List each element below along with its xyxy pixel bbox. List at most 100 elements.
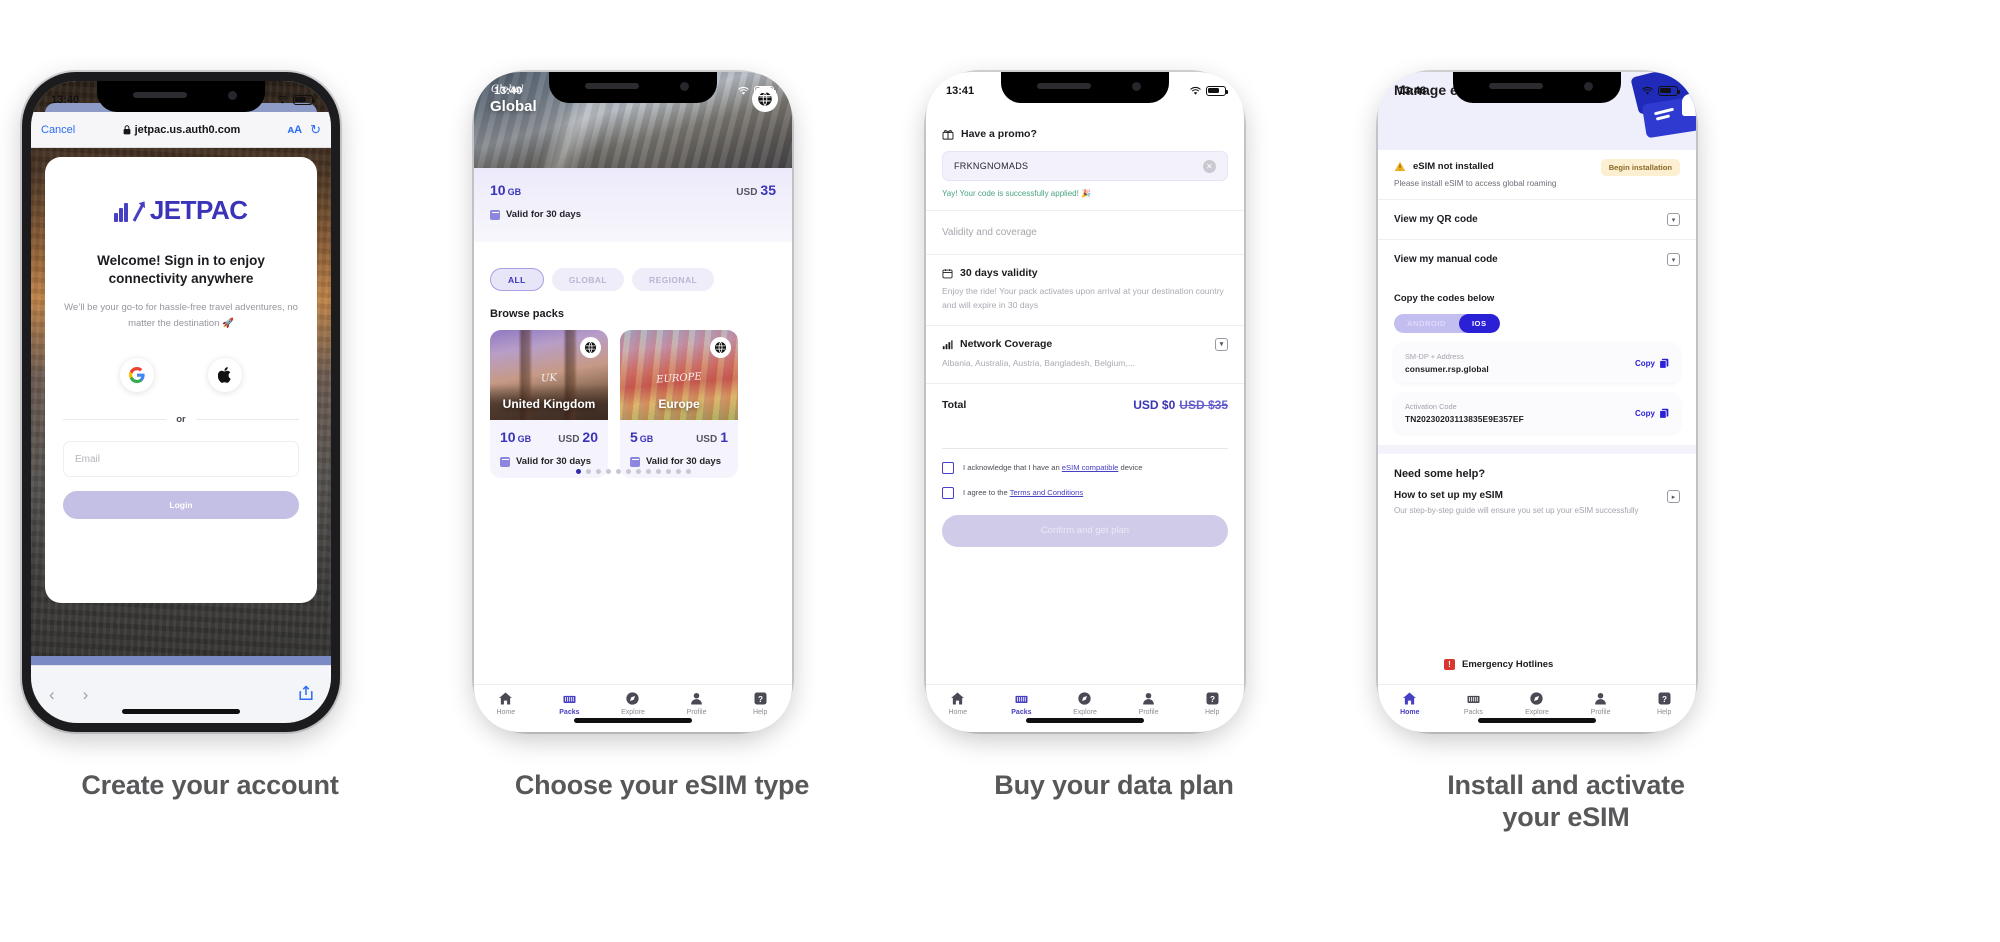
back-icon[interactable]: ‹ — [49, 685, 55, 705]
confirm-and-get-plan-button[interactable]: Confirm and get plan — [942, 514, 1228, 547]
validity-text: Enjoy the ride! Your pack activates upon… — [942, 286, 1224, 310]
tab-home[interactable]: Home — [926, 685, 990, 721]
tab-packs[interactable]: Packs — [990, 685, 1054, 721]
tab-home[interactable]: Home — [474, 685, 538, 721]
chevron-down-icon[interactable]: ▾ — [1667, 213, 1680, 226]
carousel-dot[interactable] — [585, 469, 591, 474]
coverage-section[interactable]: Network Coverage ▾ Albania, Australia, A… — [926, 326, 1244, 384]
auth-subheading: We’ll be your go-to for hassle-free trav… — [64, 302, 298, 330]
pack-card-validity-row: Valid for 30 days — [630, 456, 728, 467]
phone-screen-3: 13:41 Have a promo? FRKNGNOMADS ✕ Yay! Y… — [926, 72, 1244, 732]
wifi-icon — [277, 95, 288, 104]
apple-signin-button[interactable] — [208, 358, 242, 393]
jetpac-logo: JETPAC — [63, 195, 299, 226]
text-size-button[interactable]: ᴀA — [288, 124, 302, 136]
login-button[interactable]: Login — [63, 491, 299, 520]
terms-checkbox[interactable] — [942, 486, 954, 499]
step-caption-2: Choose your eSIM type — [514, 770, 810, 800]
carousel-dots[interactable] — [474, 469, 792, 474]
esim-compatible-link[interactable]: eSIM compatible — [1062, 463, 1119, 472]
tab-label: Help — [752, 708, 768, 716]
or-divider: or — [63, 414, 299, 425]
tab-profile[interactable]: Profile — [665, 685, 729, 721]
carousel-dot[interactable] — [595, 469, 601, 474]
home-icon — [951, 692, 965, 704]
device-notch — [1453, 72, 1621, 103]
apple-icon — [218, 367, 231, 384]
tab-packs[interactable]: Packs — [538, 685, 602, 721]
step-caption-1: Create your account — [81, 770, 339, 800]
carousel-dot[interactable] — [605, 469, 611, 474]
carousel-dot[interactable] — [615, 469, 621, 474]
esim-compatible-checkbox[interactable] — [942, 461, 954, 474]
divider-line-right — [195, 419, 299, 421]
tab-explore[interactable]: Explore — [601, 685, 665, 721]
check1-post: device — [1118, 463, 1143, 473]
carousel-dot[interactable] — [685, 469, 691, 474]
forward-icon[interactable]: › — [83, 685, 89, 705]
tab-explore[interactable]: Explore — [1053, 685, 1117, 721]
tab-home[interactable]: Home — [1378, 685, 1442, 721]
reload-icon[interactable]: ↻ — [310, 122, 321, 138]
promo-code-input[interactable]: FRKNGNOMADS ✕ — [942, 151, 1228, 181]
chevron-down-icon[interactable]: ▾ — [1667, 253, 1680, 266]
activation-code-card: Activation Code TN20230203113835E9E357EF… — [1394, 393, 1680, 433]
chevron-right-icon[interactable]: ▸ — [1667, 490, 1680, 503]
google-signin-button[interactable] — [120, 358, 154, 393]
copy-sm-dp-button[interactable]: Copy — [1635, 358, 1669, 369]
activation-code-value: TN20230203113835E9E357EF — [1405, 414, 1524, 424]
tab-explore[interactable]: Explore — [1505, 685, 1569, 721]
tab-profile[interactable]: Profile — [1569, 685, 1633, 721]
pack-card-uk[interactable]: UK United Kingdom 10 GB USD 20 Valid for… — [490, 330, 608, 478]
begin-installation-button[interactable]: Begin installation — [1600, 159, 1680, 176]
terms-checkbox-row[interactable]: I agree to the Terms and Conditions — [926, 486, 1244, 499]
emergency-hotlines-row[interactable]: ! Emergency Hotlines — [1444, 659, 1553, 670]
pack-card-europe[interactable]: EUROPE Europe 5 GB USD 1 Valid for 30 da… — [620, 330, 738, 478]
front-camera — [680, 82, 689, 91]
tab-packs[interactable]: Packs — [1442, 685, 1506, 721]
terms-link[interactable]: Terms and Conditions — [1010, 488, 1083, 497]
carousel-dot[interactable] — [635, 469, 641, 474]
address-bar[interactable]: jetpac.us.auth0.com — [75, 124, 287, 136]
check1-pre: I acknowledge that I have an — [963, 463, 1062, 473]
total-now: USD $0 — [1133, 397, 1176, 412]
copy-activation-code-button[interactable]: Copy — [1635, 408, 1669, 419]
filter-chip-all[interactable]: ALL — [490, 268, 544, 291]
esim-status-title: eSIM not installed — [1413, 161, 1494, 172]
segment-android[interactable]: ANDROID — [1394, 314, 1459, 333]
filter-chip-global[interactable]: GLOBAL — [551, 268, 625, 291]
view-manual-code-row[interactable]: View my manual code ▾ — [1378, 240, 1696, 279]
tab-label: Home — [948, 708, 968, 716]
tab-help[interactable]: ? Help — [728, 685, 792, 721]
carousel-dot[interactable] — [575, 469, 581, 474]
tab-help[interactable]: ? Help — [1180, 685, 1244, 721]
setup-guide-row[interactable]: How to set up my eSIM Our step-by-step g… — [1378, 480, 1696, 518]
esim-compatible-checkbox-row[interactable]: I acknowledge that I have an eSIM compat… — [926, 461, 1244, 474]
featured-pack-summary[interactable]: 10 GB USD 35 Valid for 30 days — [474, 168, 792, 242]
globe-badge-icon[interactable] — [710, 337, 731, 358]
setup-guide-title: How to set up my eSIM — [1394, 490, 1503, 501]
logo-arrow-icon — [132, 199, 146, 223]
carousel-dot[interactable] — [655, 469, 661, 474]
pack-card-data: 5 GB — [630, 429, 653, 445]
cancel-button[interactable]: Cancel — [41, 124, 75, 136]
share-icon[interactable] — [299, 684, 313, 705]
help-icon: ? — [754, 692, 767, 704]
status-time: 13:40 — [51, 93, 80, 106]
setup-guide-desc: Our step-by-step guide will ensure you s… — [1394, 506, 1639, 515]
filter-chip-regional[interactable]: REGIONAL — [632, 268, 715, 291]
section-title: Validity and coverage — [942, 227, 1037, 238]
globe-badge-icon[interactable] — [580, 337, 601, 358]
carousel-dot[interactable] — [645, 469, 651, 474]
tab-profile[interactable]: Profile — [1117, 685, 1181, 721]
segment-ios[interactable]: IOS — [1458, 314, 1500, 333]
view-qr-code-row[interactable]: View my QR code ▾ — [1378, 200, 1696, 240]
carousel-dot[interactable] — [665, 469, 671, 474]
tab-help[interactable]: ? Help — [1632, 685, 1696, 721]
carousel-dot[interactable] — [625, 469, 631, 474]
sm-dp-address-card: SM-DP + Address consumer.rsp.global Copy — [1394, 343, 1680, 383]
email-field[interactable]: Email — [63, 441, 299, 478]
chevron-down-icon[interactable]: ▾ — [1215, 337, 1228, 351]
clear-icon[interactable]: ✕ — [1203, 159, 1216, 173]
carousel-dot[interactable] — [675, 469, 681, 474]
